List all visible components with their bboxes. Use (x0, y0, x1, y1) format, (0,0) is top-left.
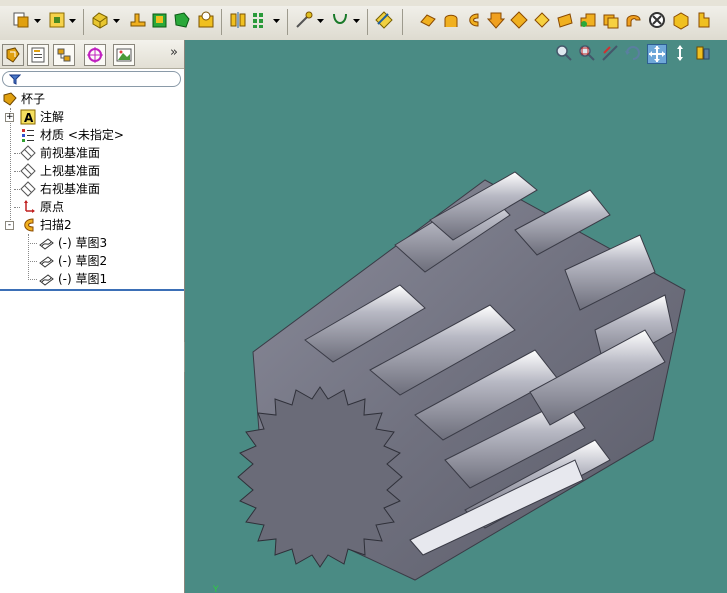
rollback-bar[interactable] (0, 289, 184, 291)
tree-item-label: 原点 (40, 200, 65, 214)
chevron-down-icon[interactable] (34, 18, 41, 24)
sketch-entities-icon[interactable] (47, 10, 67, 32)
graphics-viewport[interactable]: Y (185, 40, 727, 593)
chevron-down-icon[interactable] (273, 18, 280, 24)
tree-item-label: 前视基准面 (40, 146, 101, 160)
toolbar-separator (83, 9, 84, 35)
extruded-surface-icon[interactable] (418, 10, 438, 32)
chevron-down-icon[interactable] (69, 18, 76, 24)
dimxpert-icon[interactable] (84, 44, 106, 66)
boundary-surface-icon[interactable] (509, 10, 529, 32)
annotations-icon: A (20, 109, 36, 125)
knit-surface-icon[interactable] (624, 10, 644, 32)
filled-surface-icon[interactable] (532, 10, 552, 32)
property-manager-icon[interactable] (27, 44, 49, 66)
revolve-icon[interactable] (128, 10, 148, 32)
toolbar-separator (287, 9, 288, 35)
measure-icon[interactable] (374, 10, 394, 32)
panel-more-arrow[interactable]: » (170, 45, 178, 60)
tree-item-label: 材质 <未指定> (40, 128, 124, 142)
toolbar-top-strip (0, 0, 727, 6)
material-icon (22, 129, 34, 142)
lofted-surface-icon[interactable] (486, 10, 506, 32)
tree-item-sketch3[interactable]: (-) 草图3 (0, 234, 184, 252)
tree-item-annotations[interactable]: + A 注解 (0, 108, 184, 126)
extrude-cut-icon[interactable] (150, 10, 170, 32)
filter-icon (9, 74, 21, 85)
trim-surface-icon[interactable] (694, 10, 714, 32)
thicken-icon[interactable] (671, 10, 691, 32)
tree-item-material[interactable]: 材质 <未指定> (0, 126, 184, 144)
display-manager-icon[interactable] (113, 44, 135, 66)
svg-text:Y: Y (212, 585, 219, 593)
toolbar-separator (367, 9, 368, 35)
tree-item-front-plane[interactable]: 前视基准面 (0, 144, 184, 162)
gear-end-face (237, 386, 403, 568)
curves-icon[interactable] (330, 10, 350, 32)
tree-item-label: (-) 草图3 (58, 236, 108, 250)
expand-toggle[interactable]: + (5, 113, 14, 122)
revolve-cut-icon[interactable] (172, 10, 192, 32)
sketch-icon (39, 256, 54, 268)
extrude-boss-icon[interactable] (90, 10, 110, 32)
tree-item-top-plane[interactable]: 上视基准面 (0, 162, 184, 180)
planar-surface-icon[interactable] (555, 10, 575, 32)
tree-root-label: 杯子 (21, 92, 46, 106)
ruled-surface-icon[interactable] (601, 10, 621, 32)
gear-model[interactable]: Y (185, 40, 727, 593)
plane-icon (20, 181, 36, 197)
feature-manager-panel: » 杯子 + A 注解 材质 <未指定> 前视基准面 上视基准面 右视基准面 原… (0, 40, 185, 593)
chevron-down-icon[interactable] (317, 18, 324, 24)
chevron-down-icon[interactable] (353, 18, 360, 24)
new-sketch-icon[interactable] (12, 10, 32, 32)
tree-item-sketch1[interactable]: (-) 草图1 (0, 270, 184, 288)
tree-item-right-plane[interactable]: 右视基准面 (0, 180, 184, 198)
tree-item-label: 扫描2 (40, 218, 72, 232)
linear-pattern-icon[interactable] (250, 10, 270, 32)
delete-face-icon[interactable] (647, 10, 667, 32)
feature-filter-input[interactable] (2, 71, 181, 87)
fillet-icon[interactable] (196, 10, 216, 32)
plane-icon (20, 145, 36, 161)
swept-surface-icon[interactable] (463, 10, 483, 32)
tree-item-label: (-) 草图1 (58, 272, 108, 286)
configuration-manager-icon[interactable] (53, 44, 75, 66)
collapse-toggle[interactable]: - (5, 221, 14, 230)
origin-icon (24, 200, 35, 213)
revolved-surface-icon[interactable] (441, 10, 461, 32)
toolbar-separator (402, 9, 403, 35)
sketch-icon (39, 238, 54, 250)
sweep-icon (24, 218, 34, 232)
offset-surface-icon[interactable] (578, 10, 598, 32)
command-manager-toolbar (0, 0, 727, 41)
toolbar-separator (221, 9, 222, 35)
tree-item-origin[interactable]: 原点 (0, 198, 184, 216)
tree-item-label: 注解 (40, 110, 65, 124)
panel-tabs: » (0, 40, 184, 69)
tree-item-sweep2[interactable]: - 扫描2 (0, 216, 184, 234)
part-icon (3, 92, 17, 106)
tree-item-label: 右视基准面 (40, 182, 101, 196)
svg-text:A: A (24, 111, 34, 125)
mirror-icon[interactable] (228, 10, 248, 32)
feature-manager-icon[interactable] (2, 44, 24, 66)
reference-geometry-icon[interactable] (294, 10, 314, 32)
plane-icon (20, 163, 36, 179)
sketch-icon (39, 274, 54, 286)
tree-item-sketch2[interactable]: (-) 草图2 (0, 252, 184, 270)
tree-item-label: 上视基准面 (40, 164, 101, 178)
tree-item-label: (-) 草图2 (58, 254, 108, 268)
chevron-down-icon[interactable] (113, 18, 120, 24)
